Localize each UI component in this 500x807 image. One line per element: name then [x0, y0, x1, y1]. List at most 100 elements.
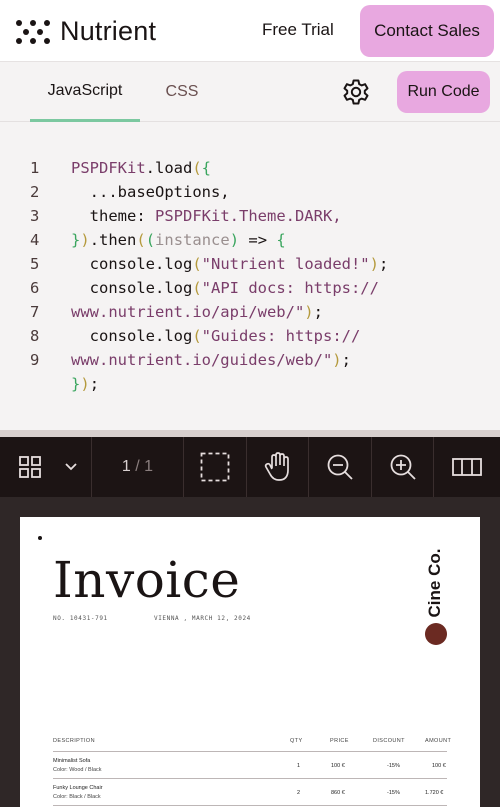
- row-qty: 2: [297, 790, 301, 796]
- zoom-out-button[interactable]: [309, 437, 372, 497]
- run-code-button[interactable]: Run Code: [397, 71, 490, 113]
- invoice-location-date: VIENNA , MARCH 12, 2024: [154, 615, 251, 622]
- code-token: PSPDFKit: [71, 159, 146, 177]
- row-amount: 1.720 €: [425, 790, 444, 796]
- code-token: .load: [145, 159, 193, 177]
- code-text: ...baseOptions,: [71, 180, 230, 204]
- company-logo-circle: [425, 623, 447, 645]
- zoom-in-button[interactable]: [372, 437, 434, 497]
- page-current: 1: [121, 458, 131, 475]
- column-header-description: DESCRIPTION: [53, 738, 95, 744]
- zoom-out-icon: [327, 454, 353, 480]
- code-token: ): [369, 255, 379, 273]
- line-number: 5: [30, 255, 40, 273]
- row-discount: -15%: [387, 790, 400, 796]
- row-item-detail: Color: Black / Black: [53, 794, 101, 800]
- pan-tool-button[interactable]: [247, 437, 309, 497]
- code-token: =>: [239, 231, 277, 249]
- line-number: 6: [30, 279, 40, 297]
- page-indicator[interactable]: 1 / 1: [92, 437, 184, 497]
- line-number: 2: [30, 183, 40, 201]
- top-navigation: Nutrient Free Trial Contact Sales: [0, 0, 500, 62]
- line-number: 7: [30, 303, 40, 321]
- code-token: theme:: [71, 207, 155, 225]
- marquee-select-button[interactable]: [184, 437, 247, 497]
- code-text: console.log("Nutrient loaded!");: [71, 252, 389, 276]
- viewer-toolbar: 1 / 1: [0, 437, 500, 497]
- row-price: 100 €: [331, 763, 345, 769]
- code-token: }: [71, 231, 81, 249]
- code-token: (: [192, 255, 202, 273]
- table-row-rule: [53, 805, 447, 806]
- layout-columns-icon: [452, 458, 482, 476]
- column-header-amount: AMOUNT: [425, 738, 452, 744]
- invoice-page[interactable]: Invoice NO. 10431-791 VIENNA , MARCH 12,…: [20, 517, 480, 807]
- code-token: instance: [155, 231, 230, 249]
- zoom-in-icon: [390, 454, 416, 480]
- page-total: 1: [144, 458, 154, 475]
- row-discount: -15%: [387, 763, 400, 769]
- table-row-rule: [53, 778, 447, 779]
- code-token: {: [201, 159, 212, 177]
- code-token: (: [145, 231, 156, 249]
- code-token: .Theme.DARK,: [229, 207, 342, 225]
- invoice-title: Invoice: [53, 551, 241, 609]
- resize-divider[interactable]: [0, 430, 500, 437]
- code-text: PSPDFKit.load({: [71, 156, 211, 180]
- code-token: ): [332, 351, 342, 369]
- thumbnails-toggle[interactable]: [0, 437, 92, 497]
- code-token: "API docs: https://: [201, 279, 379, 297]
- code-token: .then: [89, 231, 137, 249]
- code-token: console.log: [71, 255, 193, 273]
- nutrient-logo-icon: [14, 17, 52, 47]
- code-token: ;: [379, 255, 389, 273]
- code-token: ;: [89, 375, 100, 393]
- row-item-detail: Color: Wood / Black: [53, 767, 102, 773]
- company-brand: Cine Co.: [424, 549, 446, 619]
- code-token: (: [192, 327, 202, 345]
- contact-sales-button[interactable]: Contact Sales: [360, 5, 494, 57]
- column-header-price: PRICE: [330, 738, 349, 744]
- line-number: 8: [30, 327, 40, 345]
- code-token: "Nutrient loaded!": [201, 255, 370, 273]
- code-token: (: [192, 159, 202, 177]
- page-separator: /: [130, 458, 145, 475]
- code-token: ;: [341, 351, 351, 369]
- code-token: "Guides: https://: [201, 327, 361, 345]
- code-text: www.nutrient.io/guides/web/");: [71, 348, 351, 372]
- gear-icon[interactable]: [340, 76, 372, 108]
- code-token: console.log: [71, 327, 193, 345]
- code-token: ): [304, 303, 314, 321]
- code-token: console.log: [71, 279, 193, 297]
- table-header-rule: [53, 751, 447, 752]
- code-token: {: [276, 231, 286, 249]
- tab-javascript[interactable]: JavaScript: [30, 62, 140, 122]
- code-token: ): [80, 375, 90, 393]
- code-text: www.nutrient.io/api/web/");: [71, 300, 323, 324]
- chevron-down-icon[interactable]: [65, 463, 77, 471]
- code-text: theme: PSPDFKit.Theme.DARK,: [71, 204, 342, 228]
- row-item-name: Minimalist Sofa: [53, 758, 91, 764]
- line-number: 1: [30, 159, 40, 177]
- code-text: }).then((instance) => {: [71, 228, 286, 252]
- tab-css[interactable]: CSS: [152, 62, 212, 122]
- row-item-name: Funky Lounge Chair: [53, 785, 103, 791]
- row-amount: 100 €: [432, 763, 446, 769]
- free-trial-link[interactable]: Free Trial: [262, 20, 334, 40]
- code-token: PSPDFKit: [155, 207, 230, 225]
- code-token: (: [136, 231, 146, 249]
- code-token: ...baseOptions,: [71, 183, 230, 201]
- invoice-number: NO. 10431-791: [53, 615, 108, 622]
- pan-hand-icon: [264, 452, 289, 481]
- brand-name: Nutrient: [60, 16, 157, 46]
- layout-button[interactable]: [434, 437, 500, 497]
- brand-logo[interactable]: Nutrient: [14, 16, 156, 47]
- row-qty: 1: [297, 763, 301, 769]
- code-token: ): [229, 231, 240, 249]
- editor-tab-bar: JavaScript CSS Run Code: [0, 62, 500, 122]
- code-token: ;: [313, 303, 323, 321]
- code-text: });: [71, 372, 99, 396]
- thumbnails-grid-icon: [19, 456, 41, 478]
- code-editor[interactable]: 1 PSPDFKit.load({2 ...baseOptions, 3 theme…: [0, 122, 500, 430]
- code-token: }: [71, 375, 81, 393]
